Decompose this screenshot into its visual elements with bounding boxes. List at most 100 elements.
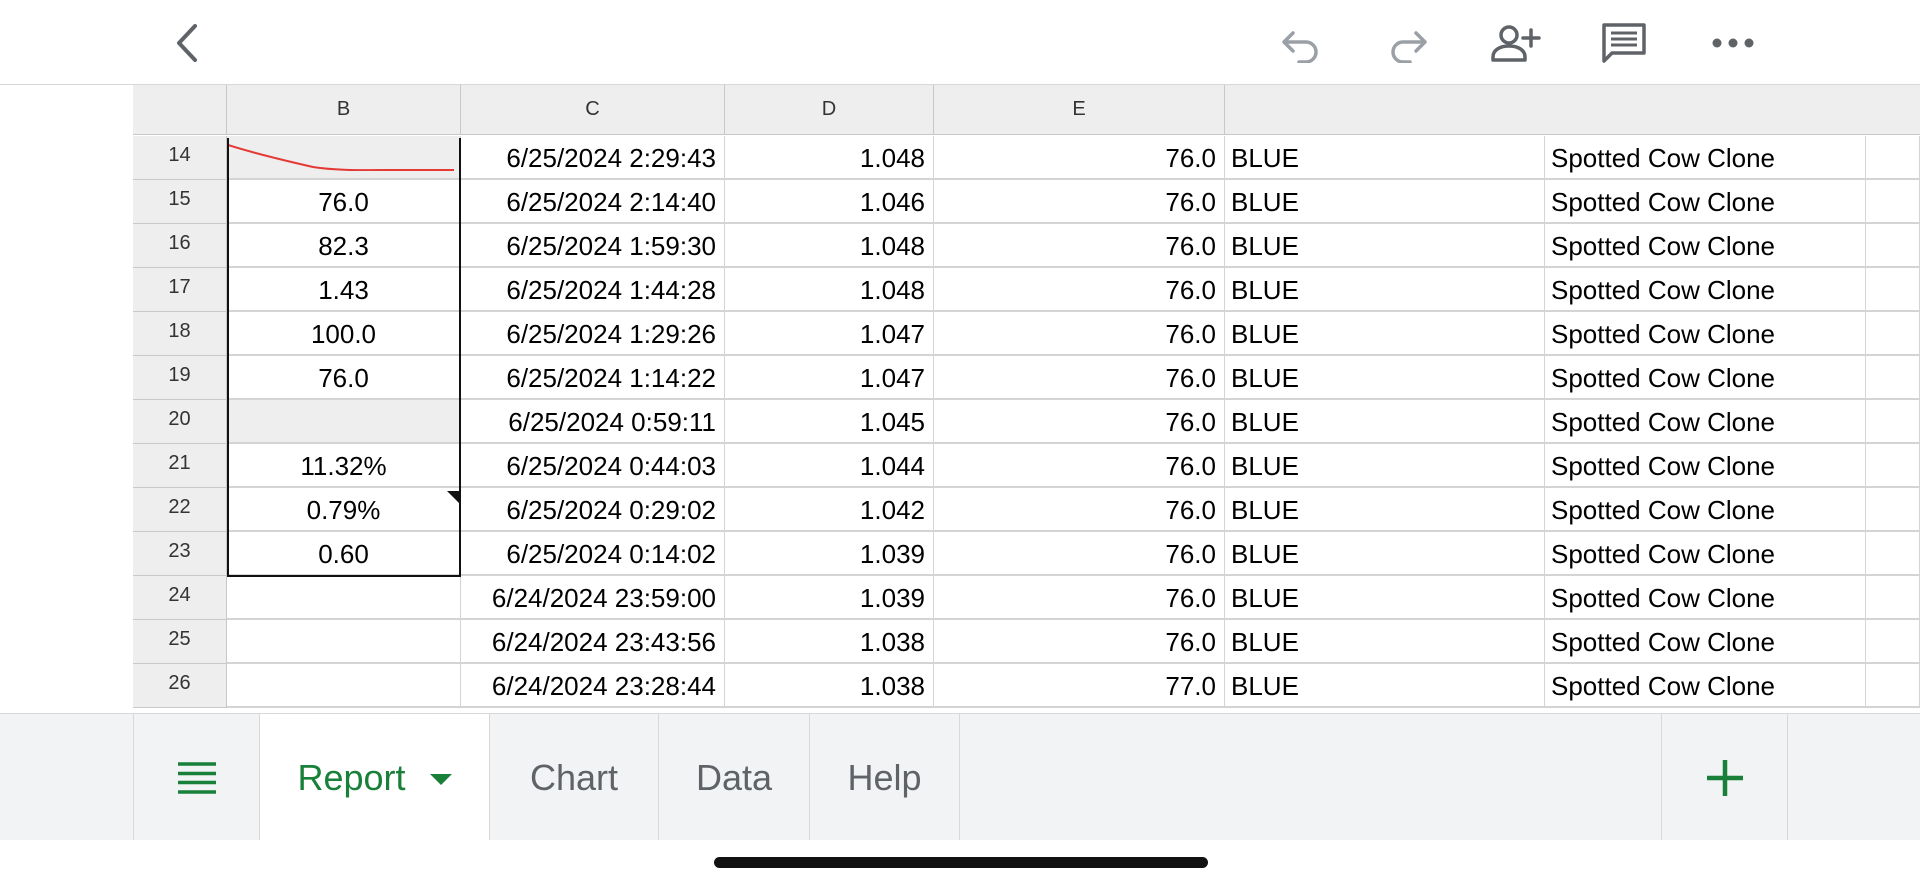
cell-d[interactable]: 1.048 — [725, 268, 934, 312]
row-header[interactable]: 21 — [133, 444, 227, 488]
cell-g[interactable]: Spotted Cow Clone — [1545, 136, 1866, 180]
cell-b[interactable] — [227, 620, 461, 664]
fill-handle[interactable] — [447, 491, 459, 503]
cell-c[interactable]: 6/25/2024 1:44:28 — [461, 268, 725, 312]
cell-e[interactable]: 76.0 — [934, 400, 1225, 444]
cell-h[interactable] — [1866, 532, 1920, 576]
cell-f[interactable]: BLUE — [1225, 180, 1545, 224]
cell-h[interactable] — [1866, 356, 1920, 400]
cell-d[interactable]: 1.038 — [725, 664, 934, 708]
row-header[interactable]: 20 — [133, 400, 227, 444]
sheet-grid[interactable]: B C D E 14 6/25/2024 2:29:43 1.048 76.0 BLUE Spot… — [0, 85, 1920, 713]
cell-c[interactable]: 6/25/2024 0:59:11 — [461, 400, 725, 444]
tab-help[interactable]: Help — [810, 714, 960, 841]
cell-g[interactable]: Spotted Cow Clone — [1545, 488, 1866, 532]
cell-e[interactable]: 76.0 — [934, 576, 1225, 620]
cell-c[interactable]: 6/25/2024 0:44:03 — [461, 444, 725, 488]
tab-chart[interactable]: Chart — [490, 714, 659, 841]
cell-h[interactable] — [1866, 180, 1920, 224]
cell-f[interactable]: BLUE — [1225, 444, 1545, 488]
cell-e[interactable]: 76.0 — [934, 268, 1225, 312]
undo-button[interactable] — [1265, 7, 1337, 79]
cell-g[interactable]: Spotted Cow Clone — [1545, 532, 1866, 576]
back-button[interactable] — [152, 7, 224, 79]
cell-f[interactable]: BLUE — [1225, 224, 1545, 268]
redo-button[interactable] — [1372, 7, 1444, 79]
cell-e[interactable]: 76.0 — [934, 488, 1225, 532]
row-header[interactable]: 26 — [133, 664, 227, 708]
cell-g[interactable]: Spotted Cow Clone — [1545, 444, 1866, 488]
cell-e[interactable]: 76.0 — [934, 224, 1225, 268]
cell-h[interactable] — [1866, 576, 1920, 620]
cell-c[interactable]: 6/25/2024 0:29:02 — [461, 488, 725, 532]
cell-b[interactable]: 11.32% — [227, 444, 461, 488]
cell-f[interactable]: BLUE — [1225, 620, 1545, 664]
cell-b[interactable]: 76.0 — [227, 180, 461, 224]
cell-c[interactable]: 6/25/2024 1:29:26 — [461, 312, 725, 356]
cell-g[interactable]: Spotted Cow Clone — [1545, 224, 1866, 268]
cell-d[interactable]: 1.048 — [725, 136, 934, 180]
cell-d[interactable]: 1.047 — [725, 356, 934, 400]
tab-data[interactable]: Data — [659, 714, 810, 841]
cell-c[interactable]: 6/25/2024 1:59:30 — [461, 224, 725, 268]
comment-button[interactable] — [1588, 7, 1660, 79]
cell-f[interactable]: BLUE — [1225, 268, 1545, 312]
cell-h[interactable] — [1866, 444, 1920, 488]
cell-b[interactable] — [227, 576, 461, 620]
cell-g[interactable]: Spotted Cow Clone — [1545, 664, 1866, 708]
cell-c[interactable]: 6/24/2024 23:59:00 — [461, 576, 725, 620]
cell-b[interactable]: 100.0 — [227, 312, 461, 356]
column-header[interactable]: E — [934, 85, 1225, 135]
cell-b[interactable]: 0.60 — [227, 532, 461, 576]
cell-f[interactable]: BLUE — [1225, 312, 1545, 356]
column-header[interactable]: C — [461, 85, 725, 135]
cell-f[interactable]: BLUE — [1225, 356, 1545, 400]
cell-b[interactable]: 76.0 — [227, 356, 461, 400]
cell-c[interactable]: 6/25/2024 0:14:02 — [461, 532, 725, 576]
cell-d[interactable]: 1.045 — [725, 400, 934, 444]
row-header[interactable]: 17 — [133, 268, 227, 312]
cell-d[interactable]: 1.042 — [725, 488, 934, 532]
cell-h[interactable] — [1866, 312, 1920, 356]
cell-c[interactable]: 6/25/2024 2:14:40 — [461, 180, 725, 224]
column-header[interactable] — [1225, 85, 1920, 135]
cell-c[interactable]: 6/25/2024 1:14:22 — [461, 356, 725, 400]
cell-h[interactable] — [1866, 488, 1920, 532]
row-header[interactable]: 15 — [133, 180, 227, 224]
row-header[interactable]: 19 — [133, 356, 227, 400]
cell-b[interactable] — [227, 400, 461, 444]
cell-d[interactable]: 1.039 — [725, 532, 934, 576]
cell-f[interactable]: BLUE — [1225, 488, 1545, 532]
select-all-corner[interactable] — [133, 85, 227, 135]
column-header[interactable]: D — [725, 85, 934, 135]
cell-g[interactable]: Spotted Cow Clone — [1545, 312, 1866, 356]
cell-h[interactable] — [1866, 664, 1920, 708]
cell-h[interactable] — [1866, 136, 1920, 180]
cell-d[interactable]: 1.038 — [725, 620, 934, 664]
cell-d[interactable]: 1.046 — [725, 180, 934, 224]
cell-h[interactable] — [1866, 400, 1920, 444]
row-header[interactable]: 24 — [133, 576, 227, 620]
cell-b[interactable]: 82.3 — [227, 224, 461, 268]
cell-c[interactable]: 6/25/2024 2:29:43 — [461, 136, 725, 180]
cell-e[interactable]: 76.0 — [934, 136, 1225, 180]
cell-e[interactable]: 76.0 — [934, 620, 1225, 664]
row-header[interactable]: 14 — [133, 136, 227, 180]
cell-f[interactable]: BLUE — [1225, 400, 1545, 444]
all-sheets-button[interactable] — [133, 714, 260, 841]
cell-g[interactable]: Spotted Cow Clone — [1545, 268, 1866, 312]
row-header[interactable]: 16 — [133, 224, 227, 268]
cell-b[interactable] — [227, 664, 461, 708]
cell-e[interactable]: 76.0 — [934, 312, 1225, 356]
cell-g[interactable]: Spotted Cow Clone — [1545, 620, 1866, 664]
cell-f[interactable]: BLUE — [1225, 576, 1545, 620]
cell-b[interactable]: 1.43 — [227, 268, 461, 312]
add-sheet-button[interactable] — [1661, 714, 1788, 841]
tab-report[interactable]: Report — [260, 714, 490, 841]
cell-h[interactable] — [1866, 268, 1920, 312]
caret-down-icon[interactable] — [429, 774, 452, 785]
cell-c[interactable]: 6/24/2024 23:43:56 — [461, 620, 725, 664]
cell-h[interactable] — [1866, 224, 1920, 268]
column-header[interactable]: B — [227, 85, 461, 135]
more-button[interactable] — [1697, 7, 1769, 79]
